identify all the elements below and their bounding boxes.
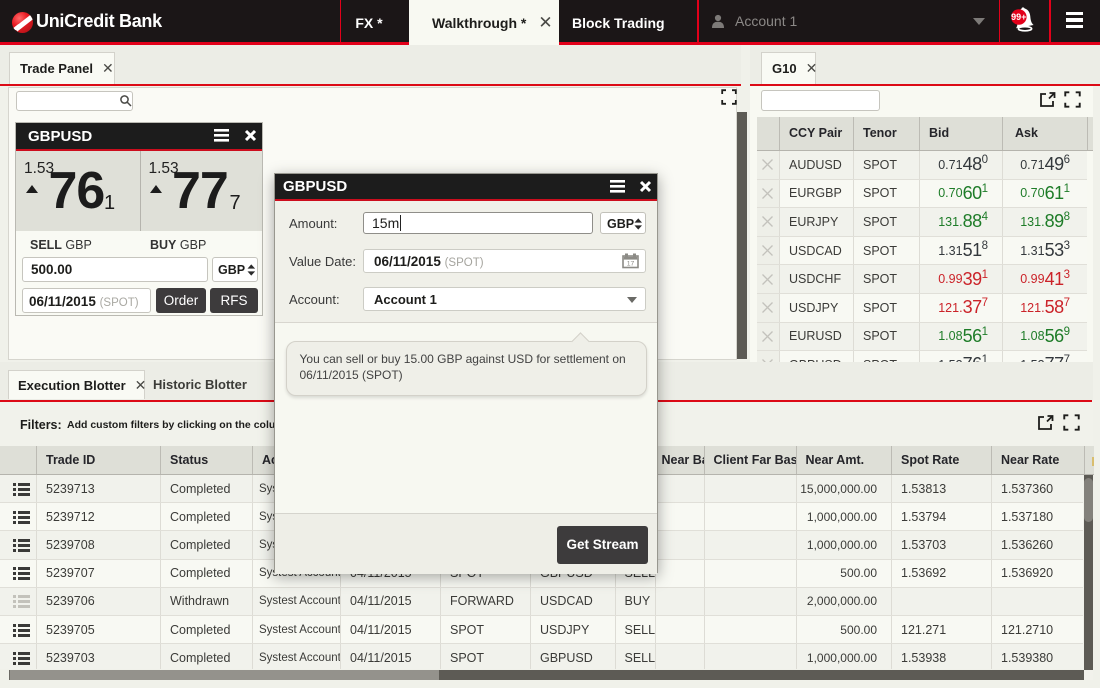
svg-text:17: 17 [626,261,634,268]
svg-text:99+: 99+ [1011,12,1026,22]
